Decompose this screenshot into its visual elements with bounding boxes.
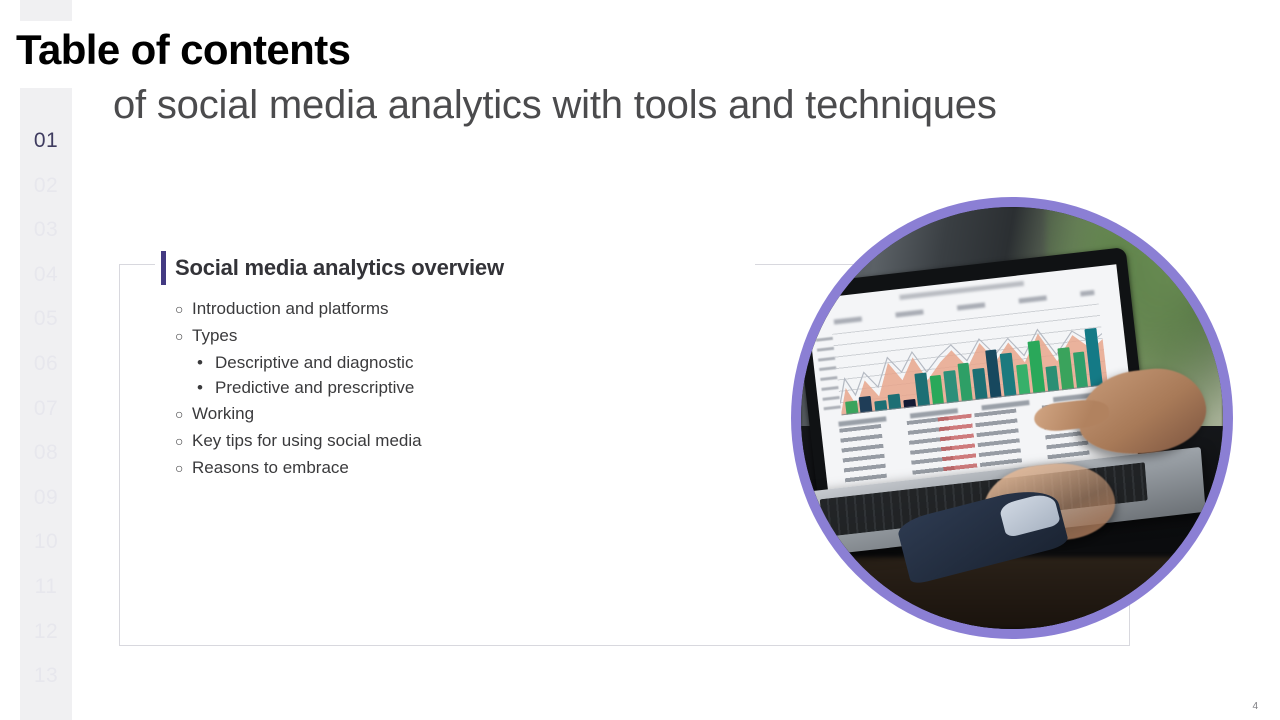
list-item-label: Reasons to embrace xyxy=(192,457,349,477)
chapter-rail[interactable]: 01 02 03 04 05 06 07 08 09 10 11 12 13 xyxy=(20,88,72,720)
list-item: • Predictive and prescriptive xyxy=(175,375,775,401)
dot-bullet-icon: • xyxy=(197,352,203,372)
list-item-label: Key tips for using social media xyxy=(192,430,422,450)
rail-item-04[interactable]: 04 xyxy=(34,264,58,309)
list-item-label: Predictive and prescriptive xyxy=(215,378,415,398)
bar xyxy=(944,370,960,403)
bar xyxy=(1016,363,1032,395)
dot-bullet-icon: • xyxy=(197,378,203,398)
list-item-label: Descriptive and diagnostic xyxy=(215,352,414,372)
bar xyxy=(915,371,931,407)
page-title: Table of contents xyxy=(16,26,351,73)
laptop xyxy=(801,241,1213,586)
rail-item-05[interactable]: 05 xyxy=(34,308,58,353)
list-item: ○ Reasons to embrace xyxy=(175,455,775,482)
bar xyxy=(1028,340,1046,394)
circular-photo-ring xyxy=(791,197,1233,639)
bar xyxy=(1045,365,1060,392)
list-item: ○ Key tips for using social media xyxy=(175,428,775,455)
list-item-label: Types xyxy=(192,325,238,345)
bar xyxy=(1073,351,1089,389)
hollow-circle-bullet-icon: ○ xyxy=(175,432,184,449)
list-item: ○ Introduction and platforms xyxy=(175,296,775,323)
table-highlighted-column xyxy=(938,410,1000,474)
list-item: ○ Working xyxy=(175,401,775,428)
photo-scene xyxy=(801,207,1223,629)
rail-item-03[interactable]: 03 xyxy=(34,219,58,264)
top-left-accent-block xyxy=(20,0,72,21)
list-item: ○ Types xyxy=(175,323,775,350)
list-item-label: Introduction and platforms xyxy=(192,299,389,318)
card-heading: Social media analytics overview xyxy=(175,255,504,280)
bar xyxy=(929,374,945,405)
page-subtitle: of social media analytics with tools and… xyxy=(113,83,997,127)
hollow-circle-bullet-icon: ○ xyxy=(175,301,184,317)
rail-item-11[interactable]: 11 xyxy=(35,576,58,621)
rail-item-06[interactable]: 06 xyxy=(34,353,58,398)
bullet-list: ○ Introduction and platforms ○ Types • D… xyxy=(175,296,775,482)
rail-item-10[interactable]: 10 xyxy=(34,531,58,576)
hollow-circle-bullet-icon: ○ xyxy=(175,327,184,344)
list-item-label: Working xyxy=(192,404,255,424)
rail-item-12[interactable]: 12 xyxy=(34,621,58,666)
rail-item-08[interactable]: 08 xyxy=(34,442,58,487)
hollow-circle-bullet-icon: ○ xyxy=(175,406,184,423)
accent-bar xyxy=(161,251,166,285)
rail-item-09[interactable]: 09 xyxy=(34,487,58,532)
bar xyxy=(1058,346,1075,390)
rail-item-02[interactable]: 02 xyxy=(34,175,58,220)
rail-item-13[interactable]: 13 xyxy=(34,665,58,710)
circular-photo xyxy=(801,207,1223,629)
dashboard-title-bar xyxy=(900,280,1025,300)
bar xyxy=(1000,352,1017,397)
list-item: • Descriptive and diagnostic xyxy=(175,350,775,376)
rail-item-07[interactable]: 07 xyxy=(34,398,58,443)
card-heading-group: Social media analytics overview xyxy=(161,251,504,285)
rail-item-01[interactable]: 01 xyxy=(34,130,58,175)
slide-number: 4 xyxy=(1252,701,1258,712)
hollow-circle-bullet-icon: ○ xyxy=(175,459,184,476)
bar xyxy=(972,367,989,400)
shirt-cuff xyxy=(998,491,1061,539)
bar xyxy=(957,362,974,402)
